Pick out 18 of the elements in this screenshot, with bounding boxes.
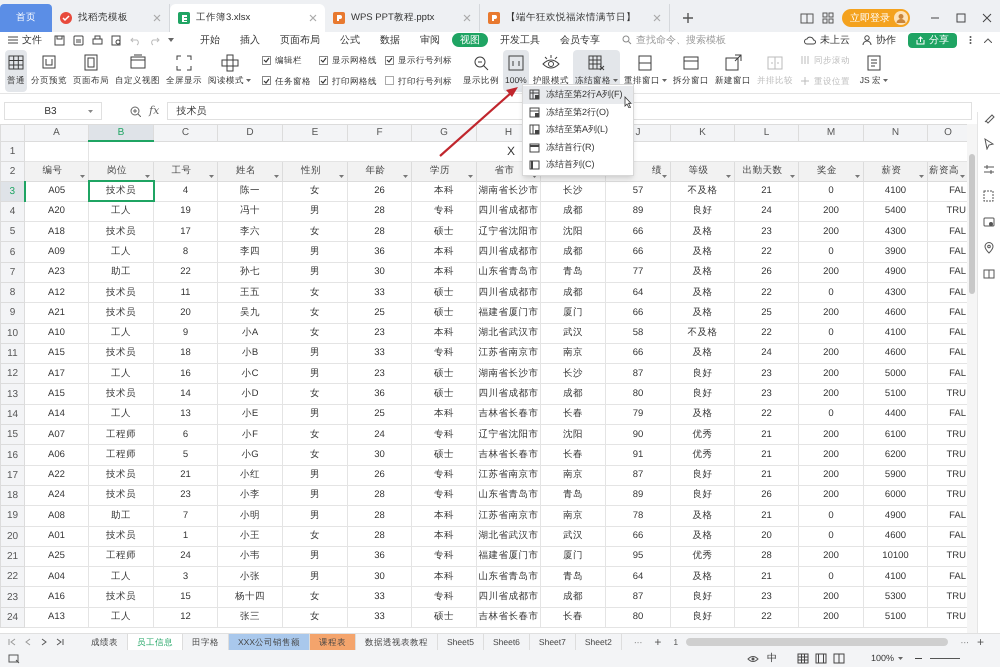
header-cell-text: 年龄	[366, 164, 386, 178]
header-cell-text: 姓名	[236, 164, 256, 178]
row-number: 1	[0, 141, 24, 161]
header-cell-text: 薪资	[882, 164, 902, 178]
header-cell-text: 岗位	[107, 164, 127, 178]
row-number: 2	[0, 161, 24, 181]
header-cell-text: 学历	[430, 164, 450, 178]
header-cell-text: 工号	[172, 164, 192, 178]
header-cell-text: 绩	[652, 164, 662, 178]
header-cell-text: 编号	[42, 164, 62, 178]
header-cell-text: 出勤天数	[742, 164, 782, 178]
page-number: 1	[673, 636, 678, 648]
header-cell-text: 薪资高	[929, 164, 959, 178]
header-cell-text: 等级	[688, 164, 708, 178]
header-cell-text: 性别	[301, 164, 321, 178]
header-cell-text: 省市	[494, 164, 514, 178]
header-cell-text: 奖金	[817, 164, 837, 178]
sheet-title: X	[507, 144, 516, 158]
